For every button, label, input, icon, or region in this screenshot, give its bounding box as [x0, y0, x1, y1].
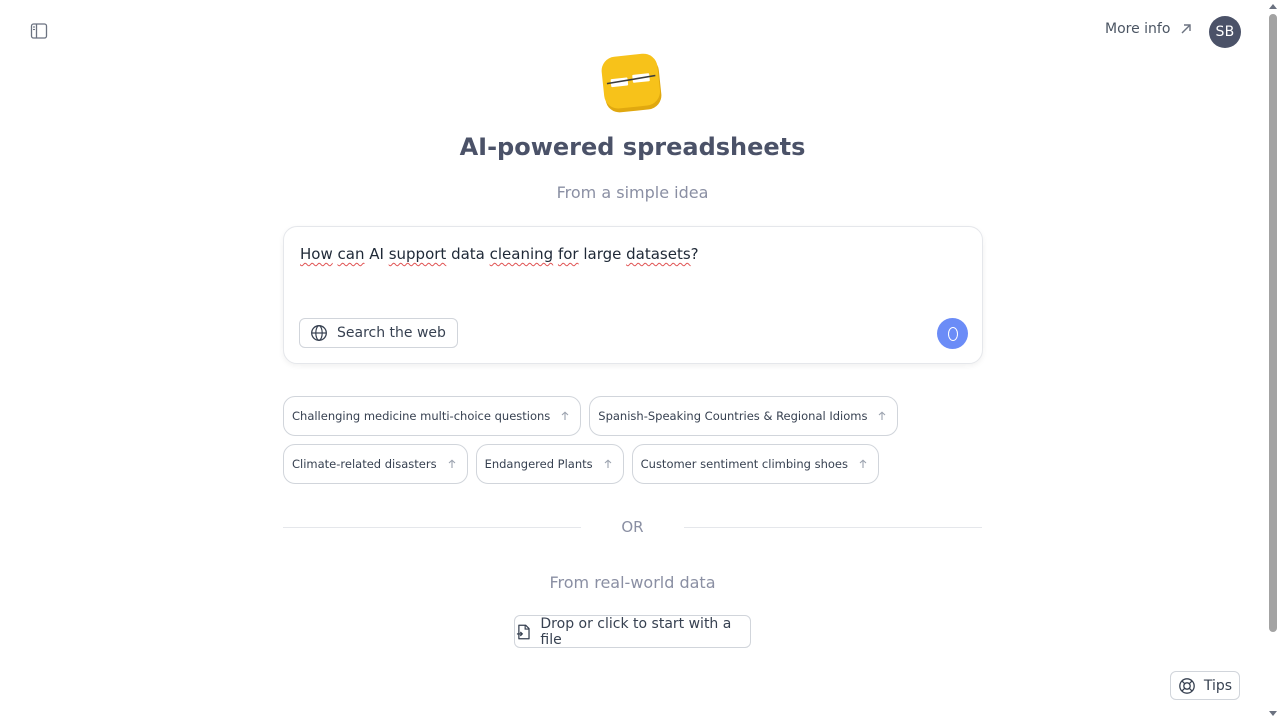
suggestion-row: Climate-related disasters Endangered Pla…	[283, 444, 983, 484]
prompt-word: for	[557, 245, 579, 263]
globe-icon	[311, 325, 327, 341]
app-logo-icon	[601, 53, 662, 113]
suggestion-chip-label: Spanish-Speaking Countries & Regional Id…	[598, 409, 868, 423]
prompt-word: support	[388, 245, 447, 263]
more-info-link[interactable]: More info	[1105, 21, 1193, 37]
suggestion-chip-label: Endangered Plants	[484, 457, 593, 471]
send-icon	[947, 326, 958, 341]
tips-button[interactable]: Tips	[1170, 671, 1240, 700]
prompt-input[interactable]: How can AI support data cleaning for lar…	[300, 245, 699, 263]
file-section-heading: From real-world data	[549, 573, 716, 592]
suggestion-chip-label: Customer sentiment climbing shoes	[640, 457, 848, 471]
more-info-label: More info	[1105, 21, 1171, 37]
search-web-button[interactable]: Search the web	[299, 318, 458, 348]
file-upload-button[interactable]: Drop or click to start with a file	[514, 615, 751, 648]
suggestion-chip-label: Challenging medicine multi-choice questi…	[292, 409, 551, 423]
suggestion-chip[interactable]: Spanish-Speaking Countries & Regional Id…	[589, 396, 899, 436]
prompt-word: How	[300, 245, 333, 263]
suggestion-row: Challenging medicine multi-choice questi…	[283, 396, 983, 436]
suggestion-chip[interactable]: Climate-related disasters	[283, 444, 468, 484]
arrow-up-icon	[561, 411, 569, 420]
send-button[interactable]	[937, 318, 968, 349]
page-subtitle: From a simple idea	[556, 183, 709, 202]
scrollbar-thumb[interactable]	[1269, 14, 1277, 632]
suggestion-chip[interactable]: Challenging medicine multi-choice questi…	[283, 396, 582, 436]
prompt-word: datasets	[626, 245, 691, 263]
or-divider: OR	[283, 516, 982, 538]
arrow-up-icon	[879, 411, 886, 420]
suggestion-chip[interactable]: Customer sentiment climbing shoes	[631, 444, 879, 484]
page-title: AI-powered spreadsheets	[459, 133, 806, 161]
prompt-word: can	[337, 245, 365, 263]
file-plus-icon	[516, 624, 530, 639]
avatar[interactable]: SB	[1209, 16, 1241, 48]
scroll-up-arrow-icon[interactable]	[1269, 4, 1277, 9]
divider-line	[684, 527, 982, 528]
prompt-word: data	[446, 245, 490, 263]
prompt-word: AI	[364, 245, 389, 263]
arrow-up-right-icon	[1181, 24, 1192, 34]
suggestion-chip[interactable]: Endangered Plants	[475, 444, 624, 484]
prompt-word: large	[578, 245, 627, 263]
scrollbar[interactable]	[1265, 0, 1280, 720]
prompt-word: ?	[690, 245, 699, 263]
scroll-down-arrow-icon[interactable]	[1269, 711, 1277, 716]
suggestion-chips: Challenging medicine multi-choice questi…	[283, 396, 983, 492]
prompt-input-box[interactable]: How can AI support data cleaning for lar…	[283, 226, 983, 364]
sidebar-toggle-icon[interactable]	[30, 22, 48, 40]
file-upload-label: Drop or click to start with a file	[540, 615, 732, 648]
suggestion-chip-label: Climate-related disasters	[292, 457, 437, 471]
arrow-up-icon	[448, 459, 455, 468]
search-web-label: Search the web	[337, 325, 446, 341]
prompt-word: cleaning	[489, 245, 554, 263]
tips-label: Tips	[1203, 677, 1233, 694]
lifebuoy-icon	[1179, 677, 1195, 694]
arrow-up-icon	[604, 459, 612, 468]
arrow-up-icon	[859, 459, 867, 468]
